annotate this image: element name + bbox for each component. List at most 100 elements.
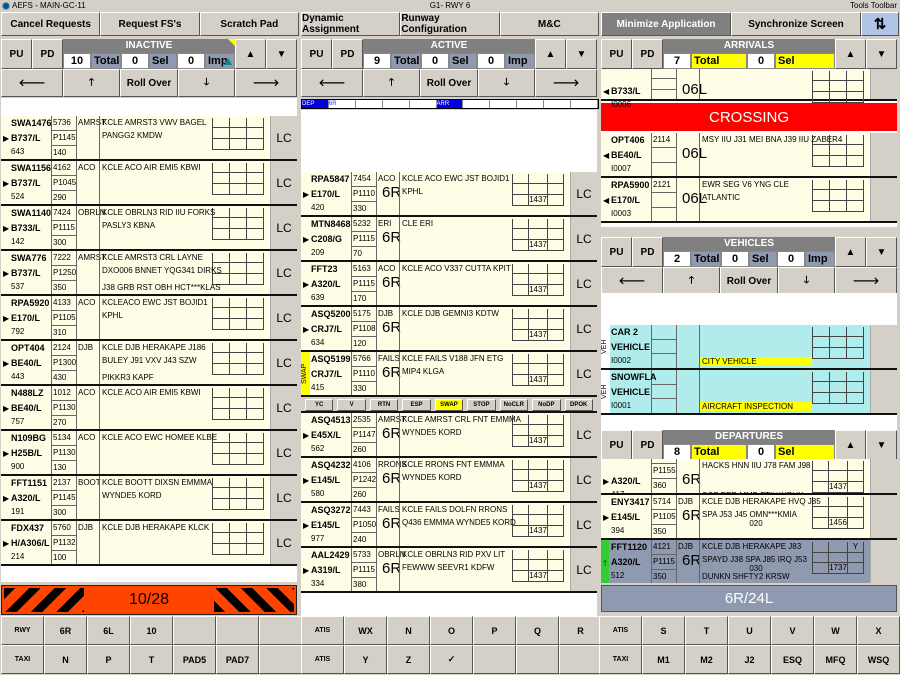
swap-arrows-icon[interactable]: ⇅	[861, 12, 899, 36]
lc-button[interactable]: LC	[270, 206, 297, 249]
lc-button[interactable]: LC	[570, 458, 597, 501]
key-blank-button[interactable]	[259, 645, 302, 674]
flight-strip[interactable]: ▶ OPT404 BE40/L 443 2124 P1300 430 DJB KCLE DJB …	[1, 341, 297, 386]
annotation-grid[interactable]	[812, 180, 864, 212]
right-arrow-button[interactable]: 🡒	[535, 69, 597, 97]
key-blank-button[interactable]	[259, 616, 302, 645]
flight-strip[interactable]: ▶ SWA1476 B737/L 643 5736 P1145 140 AMRST KCLE A…	[1, 116, 297, 161]
flight-strip[interactable]: ▶ SWA1140 B733/L 142 7424 P1115 300 OBRLN KCLE O…	[1, 206, 297, 251]
key-j2-button[interactable]: J2	[728, 645, 771, 674]
page-up-button[interactable]: PU	[601, 39, 632, 69]
down-arrow-button[interactable]: 🡓	[778, 267, 835, 295]
annotation-grid[interactable]: 1437	[512, 550, 564, 582]
action-v-button[interactable]: V	[337, 399, 366, 411]
annotation-grid[interactable]	[212, 298, 264, 330]
action-esp-button[interactable]: ESP	[402, 399, 431, 411]
page-up-button[interactable]: PU	[601, 430, 632, 460]
key-esq-button[interactable]: ESQ	[771, 645, 814, 674]
key-q-button[interactable]: Q	[516, 616, 559, 645]
flight-strip[interactable]: ▶ ASQ3272 E145/L 977 7443 P1050 240 FAILS 6R KCLE…	[301, 503, 597, 548]
lc-button[interactable]: LC	[270, 251, 297, 294]
scroll-up-button[interactable]: ▲	[535, 39, 566, 69]
key-atis-button[interactable]: ATIS	[301, 645, 344, 674]
key-check-button[interactable]: ✓	[430, 645, 473, 674]
scroll-up-button[interactable]: ▲	[835, 430, 866, 460]
page-up-button[interactable]: PU	[301, 39, 332, 69]
key-wsq-button[interactable]: WSQ	[857, 645, 900, 674]
lc-button[interactable]: LC	[270, 386, 297, 429]
lc-button[interactable]: LC	[270, 341, 297, 384]
lc-button[interactable]: LC	[270, 296, 297, 339]
annotation-grid[interactable]	[212, 208, 264, 240]
down-arrow-button[interactable]: 🡓	[478, 69, 535, 97]
lc-button[interactable]: LC	[570, 352, 597, 395]
annotation-grid[interactable]	[212, 523, 264, 555]
annotation-grid[interactable]: 1437	[512, 505, 564, 537]
action-stop-button[interactable]: STOP	[467, 399, 496, 411]
right-arrow-button[interactable]: 🡒	[835, 267, 897, 295]
page-up-button[interactable]: PU	[601, 237, 632, 267]
scroll-down-button[interactable]: ▼	[866, 237, 897, 267]
key-s-button[interactable]: S	[642, 616, 685, 645]
action-nodp-button[interactable]: NoDP	[532, 399, 561, 411]
annotation-grid[interactable]: 1437	[512, 309, 564, 341]
key-y-button[interactable]: Y	[344, 645, 387, 674]
key-blank-button[interactable]	[559, 645, 602, 674]
right-arrow-button[interactable]: 🡒	[235, 69, 297, 97]
flight-strip[interactable]: ◀ RPA5900 E170/L I0003 2121 06L EWR SEG V6 YNG…	[601, 178, 897, 223]
annotation-grid[interactable]	[212, 433, 264, 465]
left-arrow-button[interactable]: 🡐	[601, 267, 663, 295]
annotation-grid[interactable]: 1437	[812, 461, 864, 493]
key-taxi-button[interactable]: TAXI	[599, 645, 642, 674]
annotation-grid[interactable]: 1437	[512, 354, 564, 386]
dynamic-assignment-button[interactable]: Dynamic Assignment	[301, 12, 401, 36]
key-pad7-button[interactable]: PAD7	[216, 645, 259, 674]
annotation-grid[interactable]: 1437	[512, 174, 564, 206]
flight-strip[interactable]: ▶ RPA5920 E170/L 792 4133 P1105 310 ACO KCLEACO …	[1, 296, 297, 341]
roll-over-button[interactable]: Roll Over	[420, 69, 478, 97]
down-arrow-button[interactable]: 🡓	[178, 69, 235, 97]
key-t-button[interactable]: T	[130, 645, 173, 674]
lc-button[interactable]	[870, 133, 897, 176]
roll-over-button[interactable]: Roll Over	[120, 69, 178, 97]
scroll-up-button[interactable]: ▲	[835, 39, 866, 69]
request-fs-button[interactable]: Request FS's	[100, 12, 200, 36]
scroll-up-button[interactable]: ▲	[835, 237, 866, 267]
flight-strip[interactable]: ▶ AAL2429 A319/L 334 5733 P1115 380 OBRLN 6R KCLE…	[301, 548, 597, 593]
key-u-button[interactable]: U	[728, 616, 771, 645]
flight-strip[interactable]: ▶ RPA5847 E170/L 420 7454 P1110 330 ACO 6R KCLE A…	[301, 172, 597, 217]
key-n-button[interactable]: N	[387, 616, 430, 645]
scroll-down-button[interactable]: ▼	[266, 39, 297, 69]
key-z-button[interactable]: Z	[387, 645, 430, 674]
lc-button[interactable]: LC	[570, 413, 597, 456]
lc-button[interactable]	[870, 495, 897, 538]
annotation-grid[interactable]	[212, 388, 264, 420]
synchronize-screen-button[interactable]: Synchronize Screen	[731, 12, 861, 36]
mc-button[interactable]: M&C	[499, 12, 599, 36]
annotation-grid[interactable]: 1437	[512, 264, 564, 296]
flight-strip[interactable]: ◀ B733/L I0006 06L	[601, 69, 897, 109]
flight-strip[interactable]: 🡑 FFT1120 A320/L 512 4121 P1115 350 DJB 6R KCLE D…	[601, 540, 897, 583]
annotation-grid[interactable]: 1437	[512, 460, 564, 492]
key-x-button[interactable]: X	[857, 616, 900, 645]
flight-strip[interactable]: VEH SNOWFLA VEHICLE I0001 AIRCRAFT INSPECTIO…	[601, 370, 897, 415]
annotation-grid[interactable]	[812, 71, 864, 103]
key-blank-button[interactable]	[516, 645, 559, 674]
page-down-button[interactable]: PD	[332, 39, 363, 69]
key-blank-button[interactable]	[216, 616, 259, 645]
action-rtn-button[interactable]: RTN	[369, 399, 399, 411]
lc-button[interactable]: LC	[270, 161, 297, 204]
roll-over-button[interactable]: Roll Over	[720, 267, 778, 295]
lc-button[interactable]: LC	[570, 307, 597, 350]
flight-strip[interactable]: ▶A320/L417P1155 360 6RHACKS HNN IIU J78 FA…	[601, 459, 897, 500]
page-down-button[interactable]: PD	[32, 39, 63, 69]
key-t-button[interactable]: T	[685, 616, 728, 645]
page-up-button[interactable]: PU	[1, 39, 32, 69]
annotation-grid[interactable]: 1437	[512, 219, 564, 251]
annotation-grid[interactable]	[212, 163, 264, 195]
up-arrow-button[interactable]: 🡑	[663, 267, 720, 295]
lc-button[interactable]: LC	[270, 116, 297, 159]
annotation-grid[interactable]	[212, 343, 264, 375]
lc-button[interactable]: LC	[270, 431, 297, 474]
flight-strip[interactable]: ▶ N109BG H25B/L 900 5134 P1130 130 ACO KCLE ACO …	[1, 431, 297, 476]
